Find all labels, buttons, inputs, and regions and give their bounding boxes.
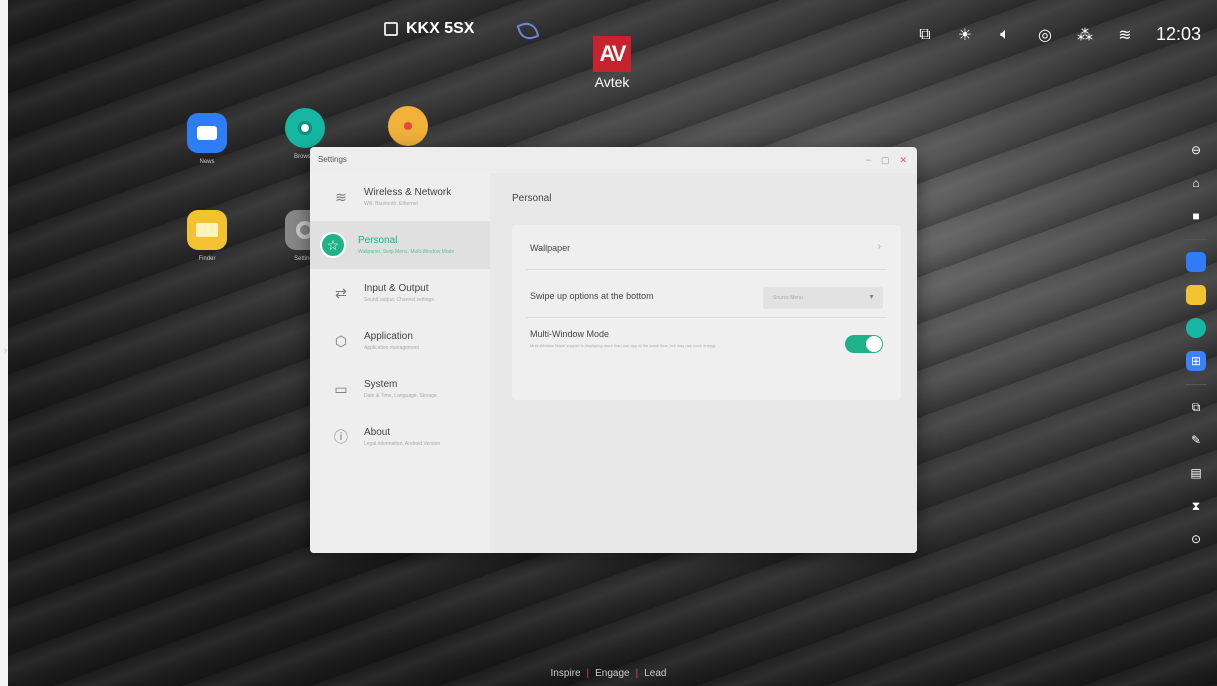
network-icon[interactable]: ⁂ — [1076, 26, 1094, 44]
dock-divider — [1185, 239, 1207, 240]
close-button[interactable]: ✕ — [899, 155, 907, 166]
sidebar-item-subtitle: Wifi, Bluetooth, Ethernet — [364, 201, 418, 207]
swipe-options-row: Swipe up options at the bottom Source Me… — [512, 287, 901, 313]
system-tray: ⧉ ☀ 🔈︎ ◎ ⁂ ≋ 12:03 — [916, 24, 1201, 45]
monitor-icon: ▭ — [334, 380, 348, 397]
sidebar-item-input-output[interactable]: ⇄ Input & Output Sound output, Channel s… — [310, 269, 490, 317]
toggle-knob — [866, 336, 882, 352]
swipe-options-label: Swipe up options at the bottom — [530, 291, 654, 301]
sidebar-item-subtitle: Wallpaper, Swip Menu, Multi-Window Mode — [358, 249, 455, 255]
sidebar-item-wireless[interactable]: ≋ Wireless & Network Wifi, Bluetooth, Et… — [310, 173, 490, 221]
edge-handle-icon[interactable]: › — [4, 345, 10, 357]
news-dock-icon[interactable] — [1186, 252, 1206, 272]
window-controls: − ▢ ✕ — [866, 155, 907, 166]
sidebar-item-title: Personal — [358, 235, 398, 246]
star-icon: ☆ — [320, 232, 346, 258]
screen-mirror-icon[interactable]: ⧉ — [916, 26, 934, 44]
multi-window-description: Multi-Window Mode support is displaying … — [530, 343, 716, 348]
brightness-icon[interactable]: ☀ — [956, 26, 974, 44]
volume-icon[interactable]: 🔈︎ — [996, 26, 1014, 44]
sidebar-item-title: About — [364, 427, 391, 438]
avtek-logo-word: Avtek — [594, 74, 630, 90]
row-divider — [526, 269, 887, 270]
desktop-icon-label: Finder — [198, 256, 216, 262]
sidebar-item-title: Wireless & Network — [364, 187, 452, 198]
settings-titlebar[interactable]: Settings − ▢ ✕ — [310, 147, 917, 173]
room-name: KKX 5SX — [406, 20, 475, 37]
sidebar-item-subtitle: Legal information, Android Version — [364, 441, 441, 447]
right-dock: ⊖ ⌂ ■ ⊞ ⧉ ✎ ▤ ⧗ ⊙ — [1185, 140, 1207, 562]
multi-window-row: Multi-Window Mode Multi-Window Mode supp… — [512, 329, 901, 369]
desktop-icon-paint[interactable] — [388, 106, 428, 146]
personal-settings-panel: Wallpaper › Swipe up options at the bott… — [512, 225, 901, 400]
screenshot-icon[interactable]: ▤ — [1186, 463, 1206, 483]
arrows-icon: ⇄ — [335, 284, 347, 301]
sidebar-item-about[interactable]: ⓘ About Legal information, Android Versi… — [310, 413, 490, 461]
settings-sidebar: ≋ Wireless & Network Wifi, Bluetooth, Et… — [310, 173, 490, 553]
chevron-down-icon: ▼ — [868, 294, 875, 301]
multi-window-toggle[interactable] — [845, 335, 883, 353]
avtek-logo: AV Avtek — [588, 36, 636, 90]
multi-window-label: Multi-Window Mode — [530, 329, 610, 339]
nfc-icon[interactable]: ◎ — [1036, 26, 1054, 44]
settings-content: Personal Wallpaper › Swipe up options at… — [490, 173, 917, 553]
chevron-right-icon: › — [877, 241, 881, 252]
clock: 12:03 — [1155, 24, 1201, 44]
timer-icon[interactable]: ⧗ — [1186, 496, 1206, 516]
room-badge: KKX 5SX — [384, 20, 474, 38]
swipe-options-select[interactable]: Source Menu ▼ — [763, 287, 883, 309]
tagline-engage: Engage — [595, 668, 630, 679]
more-icon[interactable]: ⊙ — [1186, 529, 1206, 549]
desktop-icon-news[interactable]: News — [187, 113, 227, 165]
sidebar-item-subtitle: Date & Time, Language, Storage — [364, 393, 437, 399]
sidebar-item-system[interactable]: ▭ System Date & Time, Language, Storage — [310, 365, 490, 413]
desktop-icon-label: News — [199, 159, 215, 165]
content-heading: Personal — [512, 193, 552, 204]
sidebar-item-title: Application — [364, 331, 413, 342]
tagline-lead: Lead — [644, 668, 667, 679]
row-divider — [526, 317, 887, 318]
screen-share-icon[interactable]: ⧉ — [1186, 397, 1206, 417]
news-app-icon — [187, 113, 227, 153]
sidebar-item-title: System — [364, 379, 398, 390]
wallpaper-row[interactable]: Wallpaper › — [512, 225, 901, 269]
desktop-icon-finder[interactable]: Finder — [187, 210, 227, 262]
wifi-icon[interactable]: ≋ — [1116, 26, 1134, 44]
sidebar-item-application[interactable]: ⬡ Application Application management — [310, 317, 490, 365]
pen-icon[interactable] — [516, 19, 540, 43]
dock-divider — [1185, 384, 1207, 385]
annotate-pen-icon[interactable]: ✎ — [1186, 430, 1206, 450]
footer-tagline: Inspire | Engage | Lead — [550, 668, 667, 679]
browser-app-icon — [285, 108, 325, 148]
folder-icon — [187, 210, 227, 250]
recent-apps-icon[interactable]: ■ — [1186, 206, 1206, 226]
sidebar-item-personal[interactable]: ☆ Personal Wallpaper, Swip Menu, Multi-W… — [310, 221, 490, 269]
sidebar-item-title: Input & Output — [364, 283, 429, 294]
minimize-button[interactable]: − — [866, 155, 871, 166]
sidebar-item-subtitle: Sound output, Channel settings — [364, 297, 434, 303]
app-icon: ⬡ — [334, 332, 348, 349]
info-icon: ⓘ — [334, 429, 348, 445]
settings-window: Settings − ▢ ✕ ≋ Wireless & Network Wifi… — [310, 147, 917, 553]
tagline-inspire: Inspire — [550, 668, 581, 679]
back-icon[interactable]: ⊖ — [1186, 140, 1206, 160]
avtek-logo-mark: AV — [593, 36, 631, 72]
window-title: Settings — [318, 155, 347, 164]
display-icon — [384, 22, 398, 36]
maximize-button[interactable]: ▢ — [881, 155, 890, 166]
swipe-options-value: Source Menu — [773, 295, 803, 301]
home-icon[interactable]: ⌂ — [1186, 173, 1206, 193]
paint-palette-icon — [388, 106, 428, 146]
folder-dock-icon[interactable] — [1186, 285, 1206, 305]
sidebar-item-subtitle: Application management — [364, 345, 420, 351]
apps-grid-icon[interactable]: ⊞ — [1186, 351, 1206, 371]
wallpaper-label: Wallpaper — [530, 243, 571, 253]
wifi-icon: ≋ — [335, 188, 347, 205]
left-edge-strip — [0, 0, 8, 686]
browser-dock-icon[interactable] — [1186, 318, 1206, 338]
